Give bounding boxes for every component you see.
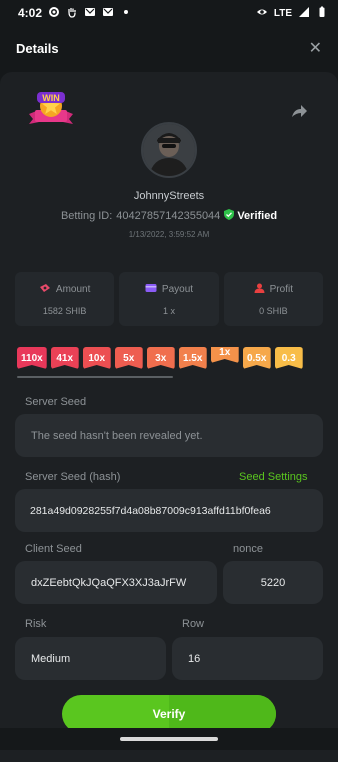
stat-profit-value: 0 SHIB	[259, 305, 288, 316]
shield-check-icon	[224, 209, 235, 223]
server-seed-label: Server Seed	[25, 396, 87, 408]
page-title: Details	[16, 40, 59, 56]
row-label: Row	[182, 618, 205, 630]
mail-icon	[84, 6, 96, 21]
betting-id-row: Betting ID: 40427857142355044 Verified	[0, 209, 338, 223]
multiplier-chip[interactable]: 0.5x	[242, 347, 271, 369]
stat-payout-label: Payout	[161, 283, 194, 295]
stat-payout: Payout 1 x	[119, 272, 219, 326]
wallet-icon	[145, 283, 157, 296]
notification-dot-icon	[120, 6, 132, 21]
multiplier-chip[interactable]: 10x	[82, 347, 111, 369]
multiplier-chip[interactable]: 0.3	[274, 347, 303, 369]
multiplier-row[interactable]: 110x 41x 10x 5x 3x 1.5x 1x 0.5x 0.3	[17, 347, 338, 375]
username: JohnnyStreets	[133, 190, 205, 202]
share-icon[interactable]	[290, 102, 308, 120]
verified-label: Verified	[237, 210, 278, 222]
risk-select[interactable]: Medium	[15, 637, 166, 680]
server-seed-hash-field[interactable]: 281a49d0928255f7d4a08b87009c913affd11bf0…	[15, 489, 323, 532]
status-bar: 4:02 LTE	[0, 0, 338, 26]
bet-details-card: WIN JohnnyStreets Betting ID: 4042785714…	[0, 72, 338, 762]
bet-date: 1/13/2022, 3:59:52 AM	[128, 230, 210, 239]
verified-badge: Verified	[224, 209, 277, 223]
multiplier-chip[interactable]: 5x	[114, 347, 143, 369]
settings-icon	[48, 6, 60, 21]
multiplier-chip[interactable]: 41x	[50, 347, 79, 369]
betting-id-label: Betting ID:	[60, 210, 113, 222]
hand-icon	[66, 6, 78, 21]
money-icon	[39, 283, 51, 296]
stats-row: Amount 1582 SHIB Payout 1 x Profit 0 SHI…	[15, 272, 323, 326]
network-label: LTE	[273, 7, 292, 19]
details-header: Details ✕	[0, 26, 338, 70]
server-seed-field[interactable]: The seed hasn't been revealed yet.	[15, 414, 323, 457]
multiplier-chip[interactable]: 3x	[146, 347, 175, 369]
stat-profit: Profit 0 SHIB	[223, 272, 323, 326]
close-icon[interactable]: ✕	[309, 38, 322, 58]
stat-amount: Amount 1582 SHIB	[15, 272, 115, 326]
avatar	[141, 122, 197, 178]
stat-amount-label: Amount	[55, 283, 91, 295]
eye-icon	[256, 6, 268, 21]
multiplier-chip[interactable]: 1x	[210, 347, 239, 363]
client-seed-label: Client Seed	[25, 543, 82, 555]
signal-icon	[298, 6, 310, 21]
nonce-field[interactable]: 5220	[223, 561, 323, 604]
multiplier-chip[interactable]: 110x	[17, 347, 47, 369]
mail-icon-2	[102, 6, 114, 21]
seed-settings-link[interactable]: Seed Settings	[239, 471, 308, 483]
client-seed-field[interactable]: dxZEebtQkJQaQFX3XJ3aJrFW	[15, 561, 217, 604]
win-badge-icon: WIN	[25, 90, 77, 132]
multiplier-scrollbar[interactable]	[17, 376, 173, 378]
server-seed-hash-label: Server Seed (hash)	[25, 471, 121, 483]
battery-icon	[316, 6, 328, 21]
betting-id-value: 40427857142355044	[116, 210, 221, 222]
home-indicator[interactable]	[120, 737, 218, 741]
stat-amount-value: 1582 SHIB	[42, 305, 87, 316]
stat-payout-value: 1 x	[162, 305, 175, 316]
stat-profit-label: Profit	[269, 283, 293, 295]
svg-text:WIN: WIN	[42, 93, 60, 103]
risk-label: Risk	[25, 618, 47, 630]
row-select[interactable]: 16	[172, 637, 323, 680]
status-time: 4:02	[18, 6, 43, 20]
user-icon	[254, 283, 265, 296]
multiplier-chip[interactable]: 1.5x	[178, 347, 207, 369]
nonce-label: nonce	[233, 543, 263, 555]
